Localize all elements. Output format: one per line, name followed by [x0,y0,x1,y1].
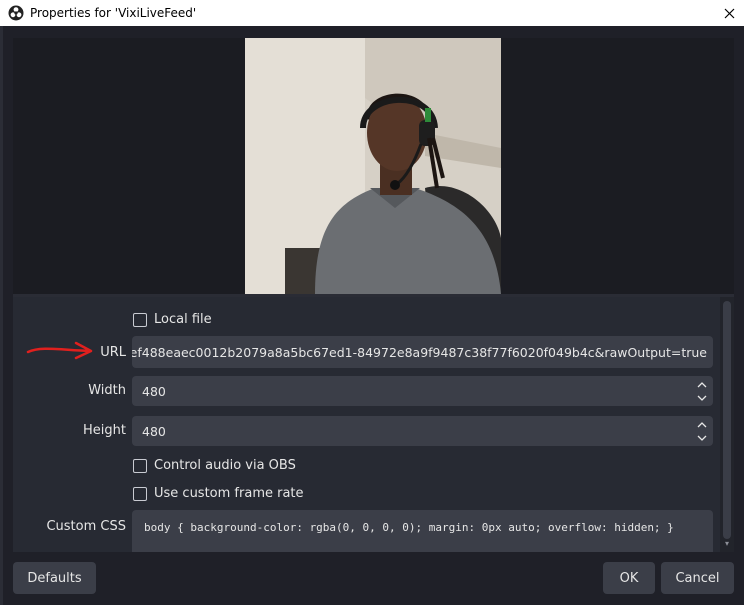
scrollbar-thumb[interactable] [723,301,731,539]
height-increment-button[interactable] [693,418,711,431]
source-preview [13,38,734,294]
red-arrow-annotation [26,341,93,360]
url-input[interactable]: 3a9fbacef488eaec0012b2079a8a5bc67ed1-849… [132,336,713,368]
height-decrement-button[interactable] [693,431,711,444]
url-value: 3a9fbacef488eaec0012b2079a8a5bc67ed1-849… [132,344,707,360]
close-icon [724,8,734,18]
height-value: 480 [142,423,166,439]
width-increment-button[interactable] [693,378,711,391]
width-decrement-button[interactable] [693,391,711,404]
control-audio-label: Control audio via OBS [154,458,296,473]
chevron-down-icon [697,435,707,441]
window-title: Properties for 'VixiLiveFeed' [30,6,197,20]
height-label: Height [83,423,126,438]
cancel-button[interactable]: Cancel [661,562,734,594]
scroll-down-icon[interactable]: ▾ [723,540,731,548]
width-value: 480 [142,383,166,399]
webcam-preview-image [245,38,501,294]
close-button[interactable] [714,0,744,26]
local-file-checkbox-row[interactable]: Local file [133,312,212,327]
height-spin-buttons [693,418,711,444]
height-spinbox[interactable]: 480 [132,416,713,446]
custom-frame-rate-checkbox[interactable] [133,486,147,501]
control-audio-checkbox-row[interactable]: Control audio via OBS [133,458,296,473]
chevron-up-icon [697,421,707,427]
title-bar: Properties for 'VixiLiveFeed' [0,0,744,26]
width-spinbox[interactable]: 480 [132,376,713,406]
ok-button[interactable]: OK [603,562,655,594]
local-file-checkbox[interactable] [133,312,147,327]
url-label: URL [100,345,126,360]
local-file-label: Local file [154,312,212,327]
width-label: Width [88,383,126,398]
custom-frame-rate-checkbox-row[interactable]: Use custom frame rate [133,486,304,501]
custom-css-label: Custom CSS [46,519,126,534]
chevron-up-icon [697,381,707,387]
custom-frame-rate-label: Use custom frame rate [154,486,304,501]
webcam-preview-drawing [245,38,501,294]
width-spin-buttons [693,378,711,404]
chevron-down-icon [697,395,707,401]
defaults-button[interactable]: Defaults [13,562,96,594]
custom-css-textarea[interactable]: body { background-color: rgba(0, 0, 0, 0… [132,510,713,552]
obs-logo-icon [8,5,24,21]
custom-css-value: body { background-color: rgba(0, 0, 0, 0… [144,521,674,534]
control-audio-checkbox[interactable] [133,458,147,473]
window-edge [0,26,3,605]
